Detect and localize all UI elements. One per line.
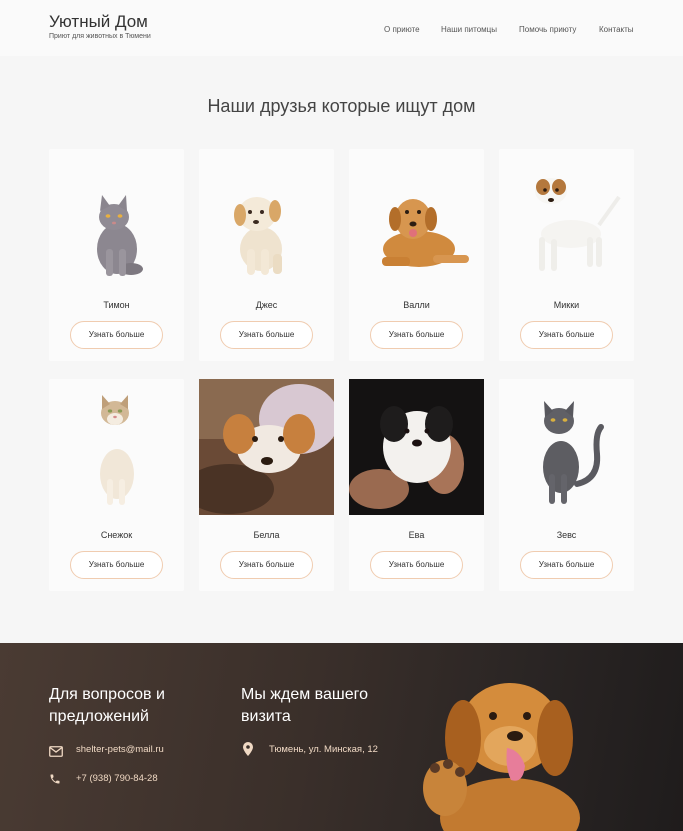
pet-card: Белла Узнать больше [199,379,334,591]
nav-about[interactable]: О приюте [384,25,420,34]
nav-pets[interactable]: Наши питомцы [441,25,497,34]
pet-photo-dog [349,149,484,285]
pet-name: Тимон [103,300,130,310]
questions-title-line-2: предложений [49,708,149,725]
contact-address: Тюмень, ул. Минская, 12 [269,744,378,755]
pet-name: Зевс [556,530,577,540]
nav-contacts[interactable]: Контакты [599,25,634,34]
pet-card: Снежок Узнать больше [49,379,184,591]
learn-more-button[interactable]: Узнать больше [520,551,613,579]
pet-name: Снежок [100,530,133,540]
learn-more-button[interactable]: Узнать больше [70,551,163,579]
learn-more-button[interactable]: Узнать больше [370,321,463,349]
pet-name: Ева [408,530,425,540]
phone-icon [49,772,61,790]
learn-more-button[interactable]: Узнать больше [520,321,613,349]
pet-photo-cat [49,379,184,515]
pet-card: Джес Узнать больше [199,149,334,361]
pet-photo-dog [199,379,334,515]
contact-email[interactable]: shelter-pets@mail.ru [76,744,164,755]
mail-icon [49,744,63,762]
visit-title: Мы ждем вашего визита [241,684,368,728]
pet-name: Белла [253,530,280,540]
pet-card: Валли Узнать больше [349,149,484,361]
site-footer: Для вопросов и предложений shelter-pets@… [0,643,683,831]
pet-card: Тимон Узнать больше [49,149,184,361]
pet-name: Джес [255,300,278,310]
learn-more-button[interactable]: Узнать больше [70,321,163,349]
nav-help[interactable]: Помочь приюту [519,25,576,34]
questions-title: Для вопросов и предложений [49,684,165,728]
visit-title-line-2: визита [241,708,291,725]
pet-photo-dog [499,149,634,285]
learn-more-button[interactable]: Узнать больше [220,321,313,349]
site-header: Уютный Дом Приют для животных в Тюмени О… [0,0,683,56]
learn-more-button[interactable]: Узнать больше [220,551,313,579]
visit-title-line-1: Мы ждем вашего [241,686,368,703]
footer-puppy-image [423,683,580,831]
pet-name: Валли [403,300,430,310]
pet-photo-puppy [349,379,484,515]
learn-more-button[interactable]: Узнать больше [370,551,463,579]
site-logo-title[interactable]: Уютный Дом [49,12,148,32]
pets-section-title: Наши друзья которые ищут дом [207,96,476,116]
pet-name: Микки [553,300,580,310]
pet-photo-cat [499,379,634,515]
contact-phone[interactable]: +7 (938) 790-84-28 [76,773,158,784]
pet-card: Микки Узнать больше [499,149,634,361]
pet-card: Ева Узнать больше [349,379,484,591]
pet-photo-cat [49,149,184,285]
site-logo-subtitle: Приют для животных в Тюмени [49,33,151,40]
pet-photo-puppy [199,149,334,285]
pet-card: Зевс Узнать больше [499,379,634,591]
location-pin-icon [243,742,253,761]
questions-title-line-1: Для вопросов и [49,686,165,703]
